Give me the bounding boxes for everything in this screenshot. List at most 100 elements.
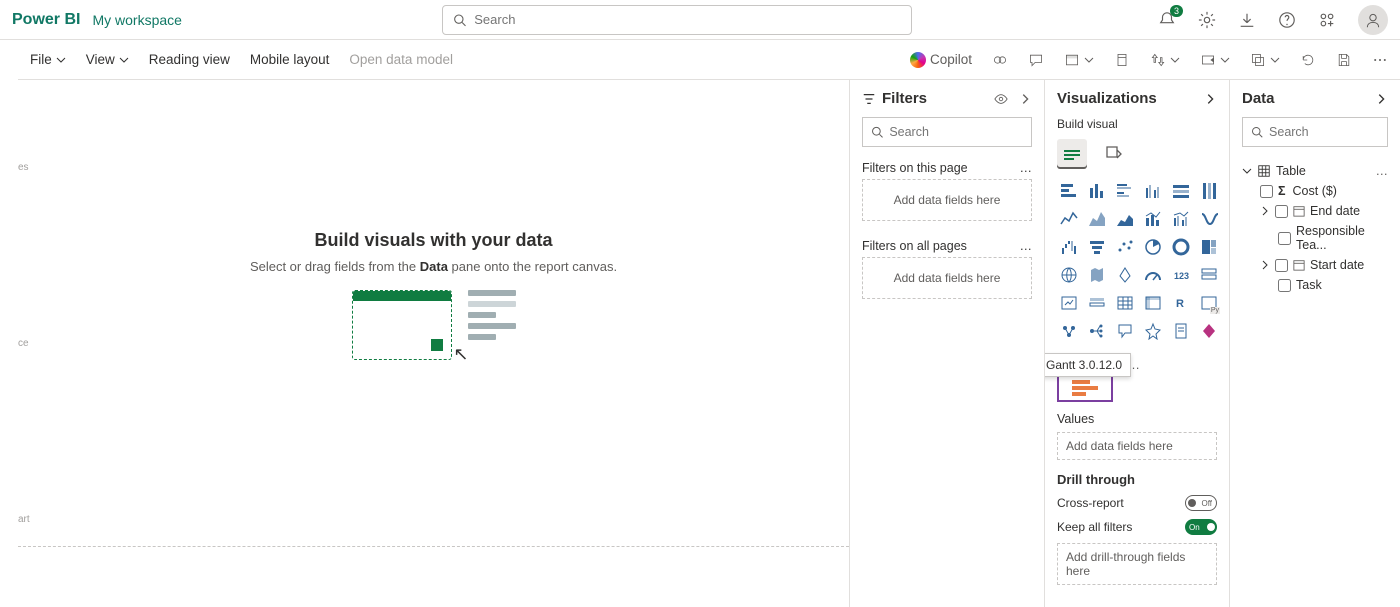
field-start-date-checkbox[interactable] bbox=[1275, 259, 1288, 272]
filters-page-more[interactable]: … bbox=[1020, 161, 1033, 175]
python-visual-icon[interactable]: Py bbox=[1197, 291, 1221, 315]
field-start-date[interactable]: Start date bbox=[1242, 255, 1388, 275]
filters-search[interactable] bbox=[862, 117, 1032, 147]
field-task-checkbox[interactable] bbox=[1278, 279, 1291, 292]
bookmark-panel-icon[interactable] bbox=[1114, 52, 1130, 68]
keep-filters-toggle[interactable]: On bbox=[1185, 519, 1217, 535]
settings-icon[interactable] bbox=[1198, 11, 1216, 29]
view-menu[interactable]: View bbox=[86, 52, 129, 67]
ribbon-chart-icon[interactable] bbox=[1197, 207, 1221, 231]
azure-map-icon[interactable] bbox=[1113, 263, 1137, 287]
field-cost[interactable]: Σ Cost ($) bbox=[1242, 181, 1388, 201]
copilot-button[interactable]: Copilot bbox=[910, 52, 972, 68]
svg-text:123: 123 bbox=[1174, 271, 1189, 281]
data-search-input[interactable] bbox=[1269, 125, 1379, 139]
data-header: Data bbox=[1242, 90, 1388, 107]
filters-page-section: Filters on this page… bbox=[862, 161, 1032, 175]
date-icon bbox=[1293, 205, 1305, 217]
field-end-date[interactable]: End date bbox=[1242, 201, 1388, 221]
stacked-column-100-icon[interactable] bbox=[1197, 179, 1221, 203]
export-menu[interactable] bbox=[1200, 52, 1230, 68]
line-stacked-column-icon[interactable] bbox=[1141, 207, 1165, 231]
gantt-visual-selected[interactable] bbox=[1057, 373, 1113, 402]
table-icon[interactable] bbox=[1113, 291, 1137, 315]
filters-all-section: Filters on all pages… bbox=[862, 239, 1032, 253]
build-visual-tab[interactable] bbox=[1057, 139, 1087, 169]
data-search[interactable] bbox=[1242, 117, 1388, 147]
global-search[interactable] bbox=[442, 5, 912, 35]
multi-row-card-icon[interactable] bbox=[1197, 263, 1221, 287]
qa-visual-icon[interactable] bbox=[1113, 319, 1137, 343]
stacked-bar-chart-icon[interactable] bbox=[1057, 179, 1081, 203]
decomposition-tree-icon[interactable] bbox=[1085, 319, 1109, 343]
slicer-icon[interactable] bbox=[1085, 291, 1109, 315]
stacked-area-chart-icon[interactable] bbox=[1113, 207, 1137, 231]
download-icon[interactable] bbox=[1238, 11, 1256, 29]
stacked-column-chart-icon[interactable] bbox=[1085, 179, 1109, 203]
comment-icon[interactable] bbox=[1028, 52, 1044, 68]
stacked-bar-100-icon[interactable] bbox=[1169, 179, 1193, 203]
key-influencers-icon[interactable] bbox=[1057, 319, 1081, 343]
field-task[interactable]: Task bbox=[1242, 275, 1388, 295]
topbar-right: 3 bbox=[1158, 5, 1388, 35]
help-icon[interactable] bbox=[1278, 11, 1296, 29]
filters-all-drop[interactable]: Add data fields here bbox=[862, 257, 1032, 299]
filters-page-drop[interactable]: Add data fields here bbox=[862, 179, 1032, 221]
explore-icon[interactable] bbox=[992, 52, 1008, 68]
funnel-chart-icon[interactable] bbox=[1085, 235, 1109, 259]
gauge-icon[interactable] bbox=[1141, 263, 1165, 287]
user-avatar[interactable] bbox=[1358, 5, 1388, 35]
line-chart-icon[interactable] bbox=[1057, 207, 1081, 231]
line-clustered-column-icon[interactable] bbox=[1169, 207, 1193, 231]
waterfall-chart-icon[interactable] bbox=[1057, 235, 1081, 259]
collapse-data-icon[interactable] bbox=[1374, 92, 1388, 106]
field-cost-checkbox[interactable] bbox=[1260, 185, 1273, 198]
refresh-icon[interactable] bbox=[1300, 52, 1316, 68]
drill-through-drop[interactable]: Add drill-through fields here bbox=[1057, 543, 1217, 585]
power-apps-icon[interactable] bbox=[1197, 319, 1221, 343]
map-icon[interactable] bbox=[1057, 263, 1081, 287]
collapse-filters-icon[interactable] bbox=[1018, 92, 1032, 106]
field-responsible-team[interactable]: Responsible Tea... bbox=[1242, 221, 1388, 255]
field-end-date-checkbox[interactable] bbox=[1275, 205, 1288, 218]
table-more-icon[interactable]: … bbox=[1376, 164, 1389, 178]
smart-narrative-icon[interactable] bbox=[1141, 319, 1165, 343]
paginated-report-icon[interactable] bbox=[1169, 319, 1193, 343]
file-menu[interactable]: File bbox=[30, 52, 66, 67]
treemap-icon[interactable] bbox=[1197, 235, 1221, 259]
kpi-icon[interactable] bbox=[1057, 291, 1081, 315]
notifications-icon[interactable]: 3 bbox=[1158, 11, 1176, 29]
format-visual-tab[interactable] bbox=[1099, 139, 1129, 169]
filters-search-input[interactable] bbox=[889, 125, 1023, 139]
filled-map-icon[interactable] bbox=[1085, 263, 1109, 287]
scatter-chart-icon[interactable] bbox=[1113, 235, 1137, 259]
clustered-bar-chart-icon[interactable] bbox=[1113, 179, 1137, 203]
report-canvas[interactable]: esceart Build visuals with your data Sel… bbox=[18, 80, 850, 607]
field-team-checkbox[interactable] bbox=[1278, 232, 1291, 245]
workspace-name[interactable]: My workspace bbox=[92, 12, 181, 28]
clustered-column-chart-icon[interactable] bbox=[1141, 179, 1165, 203]
sync-slicers-menu[interactable] bbox=[1150, 52, 1180, 68]
cross-report-toggle[interactable]: Off bbox=[1185, 495, 1217, 511]
filters-all-more[interactable]: … bbox=[1020, 239, 1033, 253]
viz-header: Visualizations bbox=[1057, 90, 1217, 107]
global-search-input[interactable] bbox=[474, 12, 901, 27]
collapse-viz-icon[interactable] bbox=[1203, 92, 1217, 106]
reading-view-button[interactable]: Reading view bbox=[149, 52, 230, 67]
r-visual-icon[interactable]: R bbox=[1169, 291, 1193, 315]
save-icon[interactable] bbox=[1336, 52, 1352, 68]
subscribe-menu[interactable] bbox=[1064, 52, 1094, 68]
more-icon[interactable] bbox=[1372, 52, 1388, 68]
matrix-icon[interactable] bbox=[1141, 291, 1165, 315]
preview-icon[interactable] bbox=[994, 92, 1008, 106]
share-menu[interactable] bbox=[1250, 52, 1280, 68]
card-icon[interactable]: 123 bbox=[1169, 263, 1193, 287]
pie-chart-icon[interactable] bbox=[1141, 235, 1165, 259]
area-chart-icon[interactable] bbox=[1085, 207, 1109, 231]
mobile-layout-button[interactable]: Mobile layout bbox=[250, 52, 330, 67]
drill-through-header: Drill through bbox=[1057, 472, 1217, 487]
apps-icon[interactable] bbox=[1318, 11, 1336, 29]
table-node[interactable]: Table … bbox=[1242, 161, 1388, 181]
donut-chart-icon[interactable] bbox=[1169, 235, 1193, 259]
values-drop[interactable]: Add data fields here bbox=[1057, 432, 1217, 460]
